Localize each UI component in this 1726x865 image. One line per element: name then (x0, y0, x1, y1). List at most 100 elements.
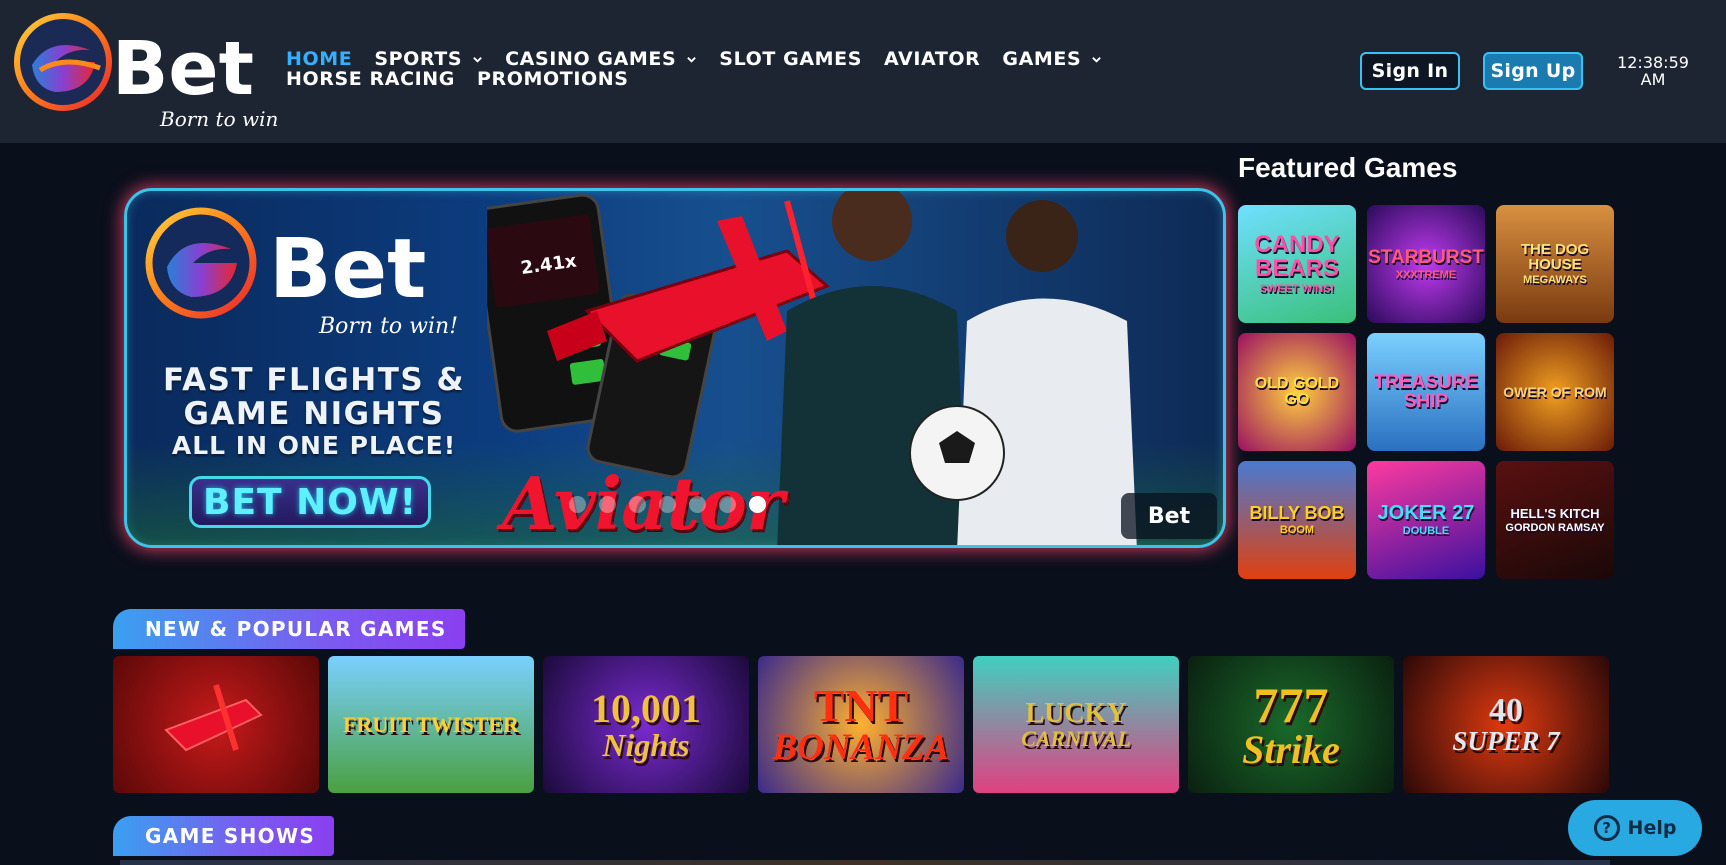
featured-game-name: OLD GOLD GO (1254, 375, 1340, 408)
featured-game-tile[interactable]: STARBURST XXXTREME (1367, 205, 1485, 323)
hero-banner[interactable]: 2.41x Bet Born to win! FAST FLIGHTS & GA… (124, 188, 1226, 548)
ebet-logo[interactable]: Bet Born to win! (10, 10, 280, 135)
hero-line-3: ALL IN ONE PLACE! (171, 431, 457, 460)
svg-text:Bet: Bet (112, 26, 254, 112)
svg-text:Bet: Bet (269, 222, 426, 317)
carousel-dot[interactable] (749, 496, 766, 513)
game-card[interactable]: 10,001 Nights (543, 656, 749, 793)
nav-item-casino-games[interactable]: CASINO GAMES (505, 48, 697, 70)
game-card[interactable]: TNT BONANZA (758, 656, 964, 793)
game-card-name: TNT (813, 680, 909, 731)
section-game-shows: GAME SHOWS (113, 816, 334, 856)
nav-label: SLOT GAMES (719, 48, 862, 70)
carousel-dots (569, 496, 766, 513)
game-card-title: FRUIT TWISTER (343, 711, 519, 737)
featured-game-tile[interactable]: TREASURE SHIP (1367, 333, 1485, 451)
featured-game-tile[interactable]: CANDY BEARS SWEET WINS! (1238, 205, 1356, 323)
game-card[interactable]: 777 Strike (1188, 656, 1394, 793)
clock-ampm: AM (1640, 70, 1666, 89)
nav-item-slot-games[interactable]: SLOT GAMES (719, 48, 862, 70)
featured-game-subtitle: DOUBLE (1402, 525, 1450, 537)
new-games-row: FRUIT TWISTER 10,001 Nights TNT BONANZA LUCKY… (113, 656, 1612, 793)
help-label: Help (1627, 817, 1677, 839)
featured-game-subtitle: MEGAWAYS (1523, 274, 1587, 286)
featured-game-title: CANDY BEARS SWEET WINS! (1238, 233, 1356, 295)
featured-game-tile[interactable]: OWER OF ROM (1496, 333, 1614, 451)
featured-game-tile[interactable]: HELL'S KITCH GORDON RAMSAY (1496, 461, 1614, 579)
featured-game-subtitle: SWEET WINS! (1259, 283, 1335, 295)
featured-game-name: CANDY BEARS (1254, 231, 1340, 282)
nav-row-secondary: HORSE RACING PROMOTIONS (286, 68, 1146, 90)
player-white (957, 200, 1137, 545)
game-card-name: FRUIT TWISTER (343, 711, 519, 737)
main-nav: HOME SPORTS CASINO GAMES SLOT GAMES AVIATOR G… (286, 48, 1146, 90)
bet-now-button[interactable]: BET NOW! (189, 476, 431, 528)
game-card-subtitle: CARNIVAL (1021, 725, 1131, 751)
carousel-dot[interactable] (719, 496, 736, 513)
featured-game-title: TREASURE SHIP (1367, 373, 1485, 411)
game-card-title: 777 Strike (1242, 680, 1340, 770)
featured-game-title: THE DOG HOUSE MEGAWAYS (1496, 242, 1614, 286)
nav-item-home[interactable]: HOME (286, 48, 352, 70)
nav-item-games[interactable]: GAMES (1002, 48, 1102, 70)
game-card-name: 10,001 (591, 685, 701, 731)
featured-grid: CANDY BEARS SWEET WINS! STARBURST XXXTREME T… (1238, 205, 1614, 579)
nav-label: SPORTS (374, 48, 463, 70)
nav-item-promotions[interactable]: PROMOTIONS (477, 68, 629, 90)
game-card-subtitle: BONANZA (772, 727, 950, 768)
featured-game-name: HELL'S KITCH (1510, 505, 1600, 521)
sign-in-button[interactable]: Sign In (1360, 52, 1460, 90)
featured-game-title: JOKER 27 DOUBLE (1374, 503, 1479, 537)
carousel-dot[interactable] (659, 496, 676, 513)
chevron-down-icon (687, 56, 697, 63)
clock: 12:38:59 AM (1606, 54, 1700, 88)
soccer-ball-icon (909, 405, 1005, 501)
clock-time: 12:38:59 (1617, 53, 1689, 72)
section-new-popular: NEW & POPULAR GAMES (113, 609, 465, 649)
nav-item-horse-racing[interactable]: HORSE RACING (286, 68, 455, 90)
game-card-subtitle: SUPER 7 (1452, 726, 1560, 756)
game-card[interactable]: FRUIT TWISTER (328, 656, 534, 793)
featured-game-title: STARBURST XXXTREME (1367, 248, 1485, 281)
hero-line-1: FAST FLIGHTS & (162, 362, 466, 398)
hero-headline: FAST FLIGHTS & GAME NIGHTS ALL IN ONE PL… (149, 363, 479, 461)
svg-text:Born to win!: Born to win! (159, 107, 280, 131)
hero-mini-logo: Bet (1121, 493, 1217, 539)
game-card-name: LUCKY (1025, 697, 1127, 729)
plane-icon (164, 683, 263, 751)
carousel-dot[interactable] (629, 496, 646, 513)
game-card-subtitle: Strike (1242, 726, 1340, 772)
game-card-name: 40 (1489, 692, 1523, 729)
featured-game-tile[interactable]: BILLY BOB BOOM (1238, 461, 1356, 579)
featured-game-name: TREASURE SHIP (1373, 372, 1479, 412)
carousel-dot[interactable] (569, 496, 586, 513)
game-card[interactable] (113, 656, 319, 793)
help-button[interactable]: ? Help (1568, 800, 1702, 856)
game-card[interactable]: LUCKY CARNIVAL (973, 656, 1179, 793)
featured-game-tile[interactable]: JOKER 27 DOUBLE (1367, 461, 1485, 579)
featured-game-name: JOKER 27 (1377, 502, 1475, 524)
game-card-title: TNT BONANZA (772, 680, 950, 768)
game-card-title: 40 SUPER 7 (1452, 694, 1559, 755)
game-card[interactable]: 40 SUPER 7 (1403, 656, 1609, 793)
featured-game-subtitle: XXXTREME (1395, 268, 1457, 281)
featured-game-title: BILLY BOB BOOM (1245, 504, 1348, 536)
featured-game-subtitle: GORDON RAMSAY (1505, 521, 1605, 534)
question-icon: ? (1593, 815, 1620, 841)
nav-row-primary: HOME SPORTS CASINO GAMES SLOT GAMES AVIATOR G… (286, 48, 1146, 70)
featured-title: Featured Games (1238, 152, 1458, 183)
nav-label: HOME (286, 48, 353, 70)
sign-up-button[interactable]: Sign Up (1483, 52, 1583, 90)
featured-game-title: OLD GOLD GO (1238, 376, 1356, 408)
nav-label: GAMES (1002, 48, 1082, 70)
nav-item-aviator[interactable]: AVIATOR (884, 48, 980, 70)
nav-label: CASINO GAMES (505, 48, 677, 70)
featured-game-title: HELL'S KITCH GORDON RAMSAY (1501, 507, 1608, 534)
carousel-dot[interactable] (599, 496, 616, 513)
nav-item-sports[interactable]: SPORTS (374, 48, 483, 70)
featured-game-tile[interactable]: THE DOG HOUSE MEGAWAYS (1496, 205, 1614, 323)
featured-game-tile[interactable]: OLD GOLD GO (1238, 333, 1356, 451)
game-shows-row-edge (120, 860, 1610, 865)
featured-game-name: OWER OF ROM (1503, 384, 1607, 400)
carousel-dot[interactable] (689, 496, 706, 513)
